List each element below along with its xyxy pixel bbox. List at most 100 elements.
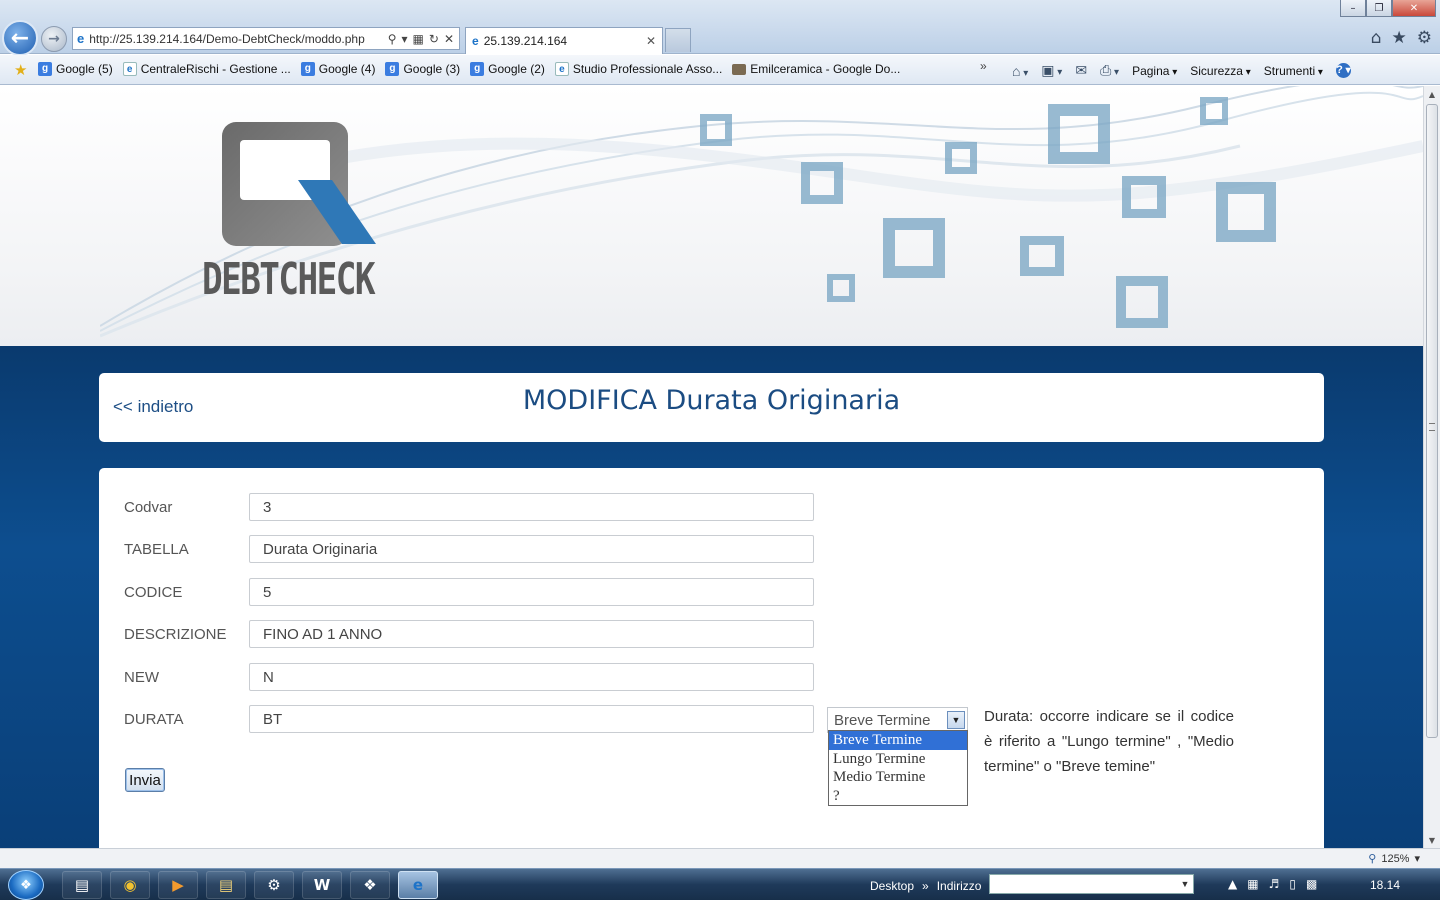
address-url[interactable]: http://25.139.214.164/Demo-DebtCheck/mod… bbox=[89, 32, 387, 46]
status-bar: ⚲ 125% ▾ bbox=[0, 848, 1440, 868]
gear-icon[interactable]: ⚙ bbox=[1417, 28, 1432, 48]
vertical-scrollbar[interactable]: ▲ ▼ bbox=[1423, 86, 1440, 848]
codvar-input[interactable] bbox=[249, 493, 814, 521]
ie-page-icon: e bbox=[77, 31, 85, 46]
new-label: NEW bbox=[124, 669, 159, 686]
favorites-bar: ★ g Google (5) e CentraleRischi - Gestio… bbox=[0, 55, 1440, 85]
folder-icon bbox=[732, 63, 747, 75]
durata-options-list: Breve Termine Lungo Termine Medio Termin… bbox=[828, 730, 968, 806]
taskbar-apps: ▤ ◉ ▶ ▤ ⚙ W ❖ e bbox=[62, 871, 438, 899]
taskbar-address-input[interactable]: ▼ bbox=[989, 874, 1195, 894]
new-tab-button[interactable] bbox=[665, 28, 691, 52]
chrome-icon[interactable]: ◉ bbox=[110, 871, 150, 899]
google-icon: g bbox=[300, 62, 315, 76]
favorites-more-chevron[interactable]: » bbox=[980, 59, 987, 73]
tab-title: 25.139.214.164 bbox=[483, 34, 568, 48]
address-bar[interactable]: e http://25.139.214.164/Demo-DebtCheck/m… bbox=[72, 27, 460, 50]
favorite-item[interactable]: g Google (2) bbox=[470, 62, 545, 76]
home-icon[interactable]: ⌂ bbox=[1371, 28, 1382, 48]
scroll-down-arrow-icon[interactable]: ▼ bbox=[1424, 832, 1440, 848]
mail-icon[interactable]: ✉ bbox=[1075, 62, 1087, 79]
favorites-star-icon[interactable]: ★ bbox=[1392, 28, 1407, 48]
tools-menu[interactable]: Strumenti bbox=[1264, 64, 1323, 78]
page-menu[interactable]: Pagina bbox=[1132, 64, 1177, 78]
rss-feed-icon[interactable]: ▣ bbox=[1041, 62, 1062, 79]
dropdown-arrow-icon[interactable]: ▾ bbox=[402, 32, 408, 46]
explorer-folder-icon[interactable]: ▤ bbox=[206, 871, 246, 899]
refresh-icon[interactable]: ↻ bbox=[429, 32, 439, 46]
address-tools: ⚲ ▾ ▦ ↻ ✕ bbox=[388, 32, 459, 46]
window-controls: – ❐ ✕ bbox=[1340, 0, 1436, 17]
word-icon[interactable]: W bbox=[302, 871, 342, 899]
codice-input[interactable] bbox=[249, 578, 814, 606]
toolbar-more-chevron[interactable]: » bbox=[922, 879, 929, 893]
form-row-codice: CODICE bbox=[99, 578, 819, 606]
option-breve-termine[interactable]: Breve Termine bbox=[829, 731, 967, 750]
volume-icon[interactable]: ♬ bbox=[1269, 877, 1280, 891]
help-icon[interactable]: ? bbox=[1335, 63, 1351, 78]
decor-square bbox=[801, 162, 843, 204]
favorite-item[interactable]: e Studio Professionale Asso... bbox=[554, 62, 722, 76]
battery-icon[interactable]: ▯ bbox=[1289, 877, 1296, 891]
durata-help-text: Durata: occorre indicare se il codice è … bbox=[984, 708, 1234, 775]
favorite-item[interactable]: g Google (4) bbox=[300, 62, 375, 76]
option-unknown[interactable]: ? bbox=[829, 787, 967, 806]
forward-arrow-icon[interactable]: → bbox=[41, 26, 67, 52]
clock[interactable]: 18.14 bbox=[1370, 878, 1400, 892]
decor-square bbox=[1048, 104, 1110, 164]
favorite-item[interactable]: g Google (3) bbox=[385, 62, 460, 76]
compat-view-icon[interactable]: ▦ bbox=[413, 32, 424, 46]
address-toolbar-label: Indirizzo bbox=[936, 878, 982, 893]
network-icon[interactable]: ▦ bbox=[1247, 877, 1258, 891]
durata-input[interactable] bbox=[249, 705, 814, 733]
zoom-control[interactable]: ⚲ 125% ▾ bbox=[1368, 852, 1420, 866]
scroll-thumb[interactable] bbox=[1426, 104, 1438, 738]
descrizione-input[interactable] bbox=[249, 620, 814, 648]
decor-square bbox=[1216, 182, 1276, 242]
tab-close-icon[interactable]: ✕ bbox=[646, 34, 656, 48]
system-tray: ▲ ▦ ♬ ▯ ▩ bbox=[1228, 877, 1317, 891]
google-icon: g bbox=[470, 62, 485, 76]
browser-titlebar: – ❐ ✕ ← → e http://25.139.214.164/Demo-D… bbox=[0, 0, 1440, 56]
browser-top-icons: ⌂ ★ ⚙ bbox=[1371, 28, 1432, 48]
print-icon[interactable]: ⎙ bbox=[1100, 62, 1119, 79]
search-icon[interactable]: ⚲ bbox=[388, 32, 397, 46]
close-window-button[interactable]: ✕ bbox=[1392, 0, 1436, 17]
network-app-icon[interactable]: ⚙ bbox=[254, 871, 294, 899]
add-favorite-star-icon[interactable]: ★ bbox=[14, 61, 27, 79]
zoom-icon: ⚲ bbox=[1368, 853, 1377, 865]
internet-explorer-icon[interactable]: e bbox=[398, 871, 438, 899]
start-button[interactable]: ❖ bbox=[8, 870, 44, 900]
decor-square bbox=[883, 218, 945, 278]
scroll-up-arrow-icon[interactable]: ▲ bbox=[1424, 86, 1440, 102]
show-desktop-icon[interactable]: ▤ bbox=[62, 871, 102, 899]
stop-icon[interactable]: ✕ bbox=[444, 32, 454, 46]
restore-button[interactable]: ❐ bbox=[1366, 0, 1392, 17]
option-lungo-termine[interactable]: Lungo Termine bbox=[829, 750, 967, 769]
favorite-item[interactable]: g Google (5) bbox=[38, 62, 113, 76]
tab-active[interactable]: e 25.139.214.164 ✕ bbox=[465, 27, 663, 54]
durata-label: DURATA bbox=[124, 711, 184, 728]
back-arrow-icon[interactable]: ← bbox=[2, 20, 38, 56]
favorite-item[interactable]: Emilceramica - Google Do... bbox=[732, 62, 900, 76]
submit-button[interactable]: Invia bbox=[125, 768, 165, 792]
page-title: MODIFICA Durata Originaria bbox=[522, 385, 901, 416]
home-icon[interactable]: ⌂ bbox=[1012, 63, 1028, 79]
tabella-input[interactable] bbox=[249, 535, 814, 563]
chevron-down-icon[interactable]: ▼ bbox=[947, 711, 965, 729]
decor-square bbox=[1200, 97, 1228, 125]
durata-select-value: Breve Termine bbox=[834, 712, 931, 729]
media-player-icon[interactable]: ▶ bbox=[158, 871, 198, 899]
tray-expand-icon[interactable]: ▲ bbox=[1228, 877, 1237, 891]
media-center-icon[interactable]: ❖ bbox=[350, 871, 390, 899]
chevron-down-icon[interactable]: ▾ bbox=[1414, 852, 1420, 865]
minimize-button[interactable]: – bbox=[1340, 0, 1366, 17]
favorite-item[interactable]: e CentraleRischi - Gestione ... bbox=[122, 62, 291, 76]
signal-icon[interactable]: ▩ bbox=[1306, 877, 1317, 891]
new-input[interactable] bbox=[249, 663, 814, 691]
ie-page-icon: e bbox=[122, 62, 137, 76]
windows-taskbar: ❖ ▤ ◉ ▶ ▤ ⚙ W ❖ e Desktop » Indirizzo ▼ … bbox=[0, 868, 1440, 900]
safety-menu[interactable]: Sicurezza bbox=[1190, 64, 1251, 78]
option-medio-termine[interactable]: Medio Termine bbox=[829, 768, 967, 787]
desktop-toolbar[interactable]: Desktop bbox=[870, 879, 914, 893]
